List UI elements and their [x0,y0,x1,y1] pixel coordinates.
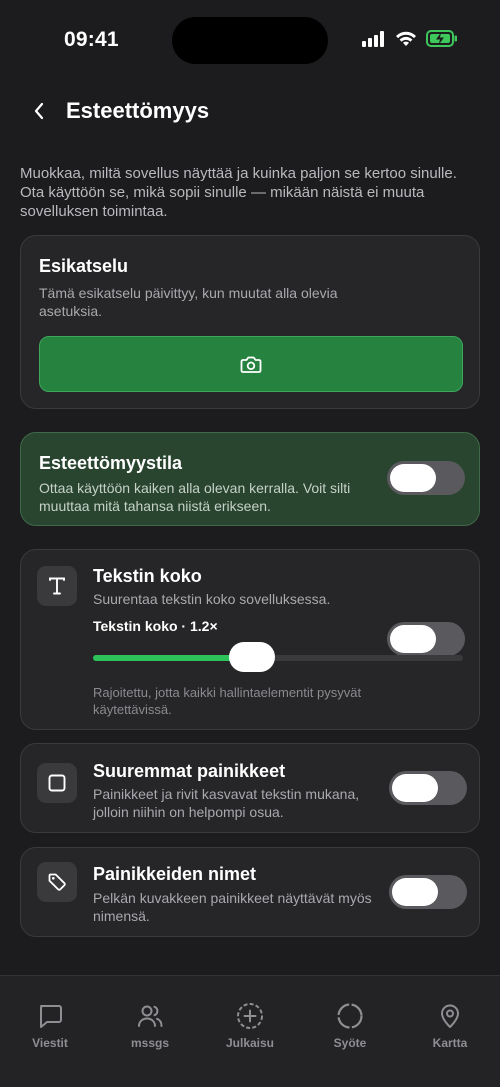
back-button[interactable] [26,98,52,124]
bigger-buttons-description: Painikkeet ja rivit kasvavat tekstin muk… [93,786,360,820]
text-size-card: Tekstin koko Suurentaa tekstin koko sove… [20,549,480,730]
slider-thumb[interactable] [229,642,276,672]
accessibility-mode-title: Esteettömyystila [39,453,183,473]
tab-syote[interactable]: Syöte [300,976,400,1087]
button-labels-toggle[interactable] [389,875,467,909]
toggle-knob [392,878,438,906]
button-labels-title: Painikkeiden nimet [93,864,257,884]
signal-icon [362,30,386,52]
tag-icon [48,873,66,891]
tab-label: Kartta [432,1036,468,1050]
preview-description: Tämä esikatselu päivittyy, kun muutat al… [39,285,338,319]
button-labels-card: Painikkeiden nimet Pelkän kuvakkeen pain… [20,847,480,937]
plus-circle-icon [237,1003,263,1029]
tab-label: Julkaisu [225,1036,275,1050]
intro-text: Muokkaa, miltä sovellus näyttää ja kuink… [20,165,457,220]
tab-kartta[interactable]: Kartta [400,976,500,1087]
dynamic-island [172,17,328,64]
text-size-toggle[interactable] [387,622,465,656]
chevron-left-icon [34,102,44,120]
preview-title: Esikatselu [39,256,129,276]
camera-icon [240,356,262,373]
tab-label: Syöte [333,1036,367,1050]
text-size-slider[interactable] [93,642,463,672]
navigation-header: Esteettömyys [0,92,500,132]
tab-bar: Viestit mssgs Julkaisu Syöte Kartta [0,975,500,1087]
text-size-description: Suurentaa tekstin koko sovelluksessa. [93,591,331,607]
tab-julkaisu[interactable]: Julkaisu [200,976,300,1087]
square-icon [48,774,66,792]
toggle-knob [390,464,436,492]
preview-card: Esikatselu Tämä esikatselu päivittyy, ku… [20,235,480,409]
status-bar: 09:41 [0,0,500,80]
bigger-buttons-icon-box [37,763,77,803]
wifi-icon [395,31,417,52]
page-title: Esteettömyys [66,98,210,123]
button-labels-icon-box [37,862,77,902]
bigger-buttons-toggle[interactable] [389,771,467,805]
accessibility-mode-card: Esteettömyystila Ottaa käyttöön kaiken a… [20,432,480,526]
users-icon [138,1005,163,1027]
tab-label: mssgs [130,1036,170,1050]
status-time: 09:41 [64,28,119,51]
tab-label: Viestit [32,1036,68,1050]
battery-charging-icon [426,30,458,52]
text-size-slider-label: Tekstin koko · 1.2× [93,618,218,634]
accessibility-mode-toggle[interactable] [387,461,465,495]
preview-button[interactable] [39,336,463,392]
tab-viestit[interactable]: Viestit [0,976,100,1087]
text-size-icon-box [37,566,77,606]
text-size-hint: Rajoitettu, jotta kaikki hallintaelement… [93,685,362,717]
status-icons [362,30,458,52]
button-labels-description: Pelkän kuvakkeen painikkeet näyttävät my… [93,890,372,924]
toggle-knob [390,625,436,653]
circle-icon [337,1003,363,1029]
map-pin-icon [441,1004,459,1028]
accessibility-mode-description: Ottaa käyttöön kaiken alla olevan kerral… [39,480,351,514]
bigger-buttons-card: Suuremmat painikkeet Painikkeet ja rivit… [20,743,480,833]
tab-mssgs[interactable]: mssgs [100,976,200,1087]
bigger-buttons-title: Suuremmat painikkeet [93,761,286,781]
text-size-title: Tekstin koko [93,566,202,586]
text-icon [49,577,65,595]
message-icon [40,1005,62,1028]
toggle-knob [392,774,438,802]
